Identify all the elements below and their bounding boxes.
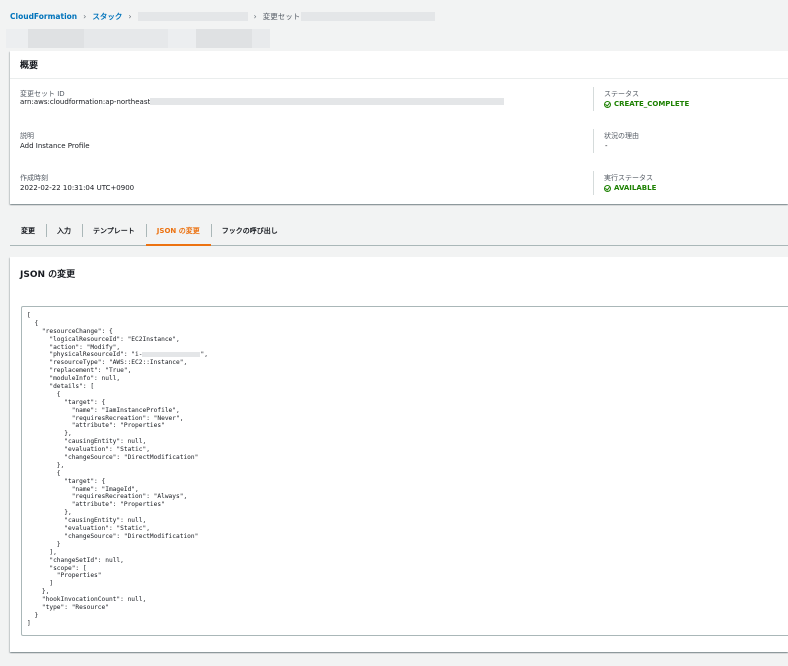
description-value: Add Instance Profile <box>20 142 90 150</box>
json-line: "target": { <box>27 398 106 406</box>
status-reason-value: - <box>605 142 608 150</box>
summary-panel: 概要 変更セット ID arn:aws:cloudformation:ap-no… <box>10 51 788 204</box>
physical-id-redacted <box>142 351 201 357</box>
json-line: "requiresRecreation": "Always", <box>27 493 188 501</box>
json-line: "moduleInfo": null, <box>27 375 121 383</box>
column-divider <box>593 129 594 153</box>
json-line: }, <box>27 509 72 517</box>
breadcrumb: CloudFormation › スタック › › 変更セット <box>10 10 436 22</box>
created-time-label: 作成時刻 <box>20 174 48 182</box>
changeset-tabs: 変更 入力 テンプレート JSON の変更 フックの呼び出し <box>10 216 788 246</box>
status-label: ステータス <box>604 90 639 98</box>
json-line: ] <box>27 580 54 588</box>
json-code-viewer[interactable]: [ { "resourceChange": { "logicalResource… <box>21 306 788 636</box>
json-line: "attribute": "Properties" <box>27 501 165 509</box>
column-divider <box>593 87 594 111</box>
status-value: CREATE_COMPLETE <box>604 100 689 108</box>
changeset-id-redacted <box>150 98 504 105</box>
json-line: "causingEntity": null, <box>27 517 147 525</box>
json-line: "changeSetId": null, <box>27 556 124 564</box>
breadcrumb-stacks-link[interactable]: スタック <box>92 11 122 22</box>
check-circle-icon <box>604 100 611 108</box>
json-line: "requiresRecreation": "Never", <box>27 414 184 422</box>
chevron-right-icon: › <box>128 11 132 21</box>
check-circle-icon <box>604 184 611 192</box>
status-reason-label: 状況の理由 <box>604 132 639 140</box>
tab-template[interactable]: テンプレート <box>82 216 146 245</box>
tab-inputs[interactable]: 入力 <box>46 216 82 245</box>
json-line: } <box>27 611 39 619</box>
tab-json-changes[interactable]: JSON の変更 <box>145 216 211 246</box>
description-label: 説明 <box>20 132 34 140</box>
tab-changes[interactable]: 変更 <box>10 216 46 245</box>
json-line: "resourceType": "AWS::EC2::Instance", <box>27 359 188 367</box>
json-line: }, <box>27 588 50 596</box>
json-line: "physicalResourceId": "i- ", <box>27 351 208 359</box>
column-divider <box>593 171 594 195</box>
json-line: "logicalResourceId": "EC2Instance", <box>27 335 180 343</box>
breadcrumb-changeset-name-redacted <box>301 11 436 21</box>
json-line: "name": "IamInstanceProfile", <box>27 406 180 414</box>
json-line: ] <box>27 619 31 627</box>
json-line: "hookInvocationCount": null, <box>27 596 147 604</box>
execution-status-value: AVAILABLE <box>604 184 656 192</box>
json-line: "name": "ImageId", <box>27 485 139 493</box>
tab-hook-invocations[interactable]: フックの呼び出し <box>210 216 289 245</box>
json-line: "target": { <box>27 477 106 485</box>
summary-title: 概要 <box>10 51 788 79</box>
json-line: "action": "Modify", <box>27 343 121 351</box>
json-line: { <box>27 469 61 477</box>
json-line: "causingEntity": null, <box>27 438 147 446</box>
execution-status-text: AVAILABLE <box>614 184 657 192</box>
json-line: } <box>27 540 61 548</box>
chevron-right-icon: › <box>83 11 87 21</box>
json-line: }, <box>27 461 65 469</box>
json-line: { <box>27 390 61 398</box>
json-line: "changeSource": "DirectModification" <box>27 454 199 462</box>
json-line: "Properties" <box>27 572 102 580</box>
json-line: "scope": [ <box>27 564 87 572</box>
json-line: "evaluation": "Static", <box>27 525 150 533</box>
breadcrumb-changeset: 変更セット <box>262 11 301 21</box>
json-changes-title: JSON の変更 <box>20 270 76 280</box>
json-code: [ { "resourceChange": { "logicalResource… <box>27 312 208 628</box>
status-text: CREATE_COMPLETE <box>614 100 690 108</box>
changeset-id-value: arn:aws:cloudformation:ap-northeast-1: <box>20 98 160 106</box>
json-line: "attribute": "Properties" <box>27 422 165 430</box>
json-line: }, <box>27 430 72 438</box>
json-changes-panel: JSON の変更 [ { "resourceChange": { "logica… <box>10 257 788 652</box>
json-line: "type": "Resource" <box>27 603 109 611</box>
created-time-value: 2022-02-22 10:31:04 UTC+0900 <box>20 184 135 192</box>
page-title-redacted <box>6 29 270 48</box>
chevron-right-icon: › <box>253 11 257 21</box>
json-line: ], <box>27 548 57 556</box>
json-line: [ <box>27 312 31 319</box>
breadcrumb-stack-name-redacted[interactable] <box>137 11 248 21</box>
json-line: "replacement": "True", <box>27 367 132 375</box>
json-line: { <box>27 319 39 327</box>
json-line: "changeSource": "DirectModification" <box>27 532 199 540</box>
json-line: "details": [ <box>27 383 95 391</box>
execution-status-label: 実行ステータス <box>604 174 653 182</box>
json-line: "resourceChange": { <box>27 327 113 335</box>
breadcrumb-cloudformation-link[interactable]: CloudFormation <box>10 12 77 21</box>
json-line: "evaluation": "Static", <box>27 446 150 454</box>
